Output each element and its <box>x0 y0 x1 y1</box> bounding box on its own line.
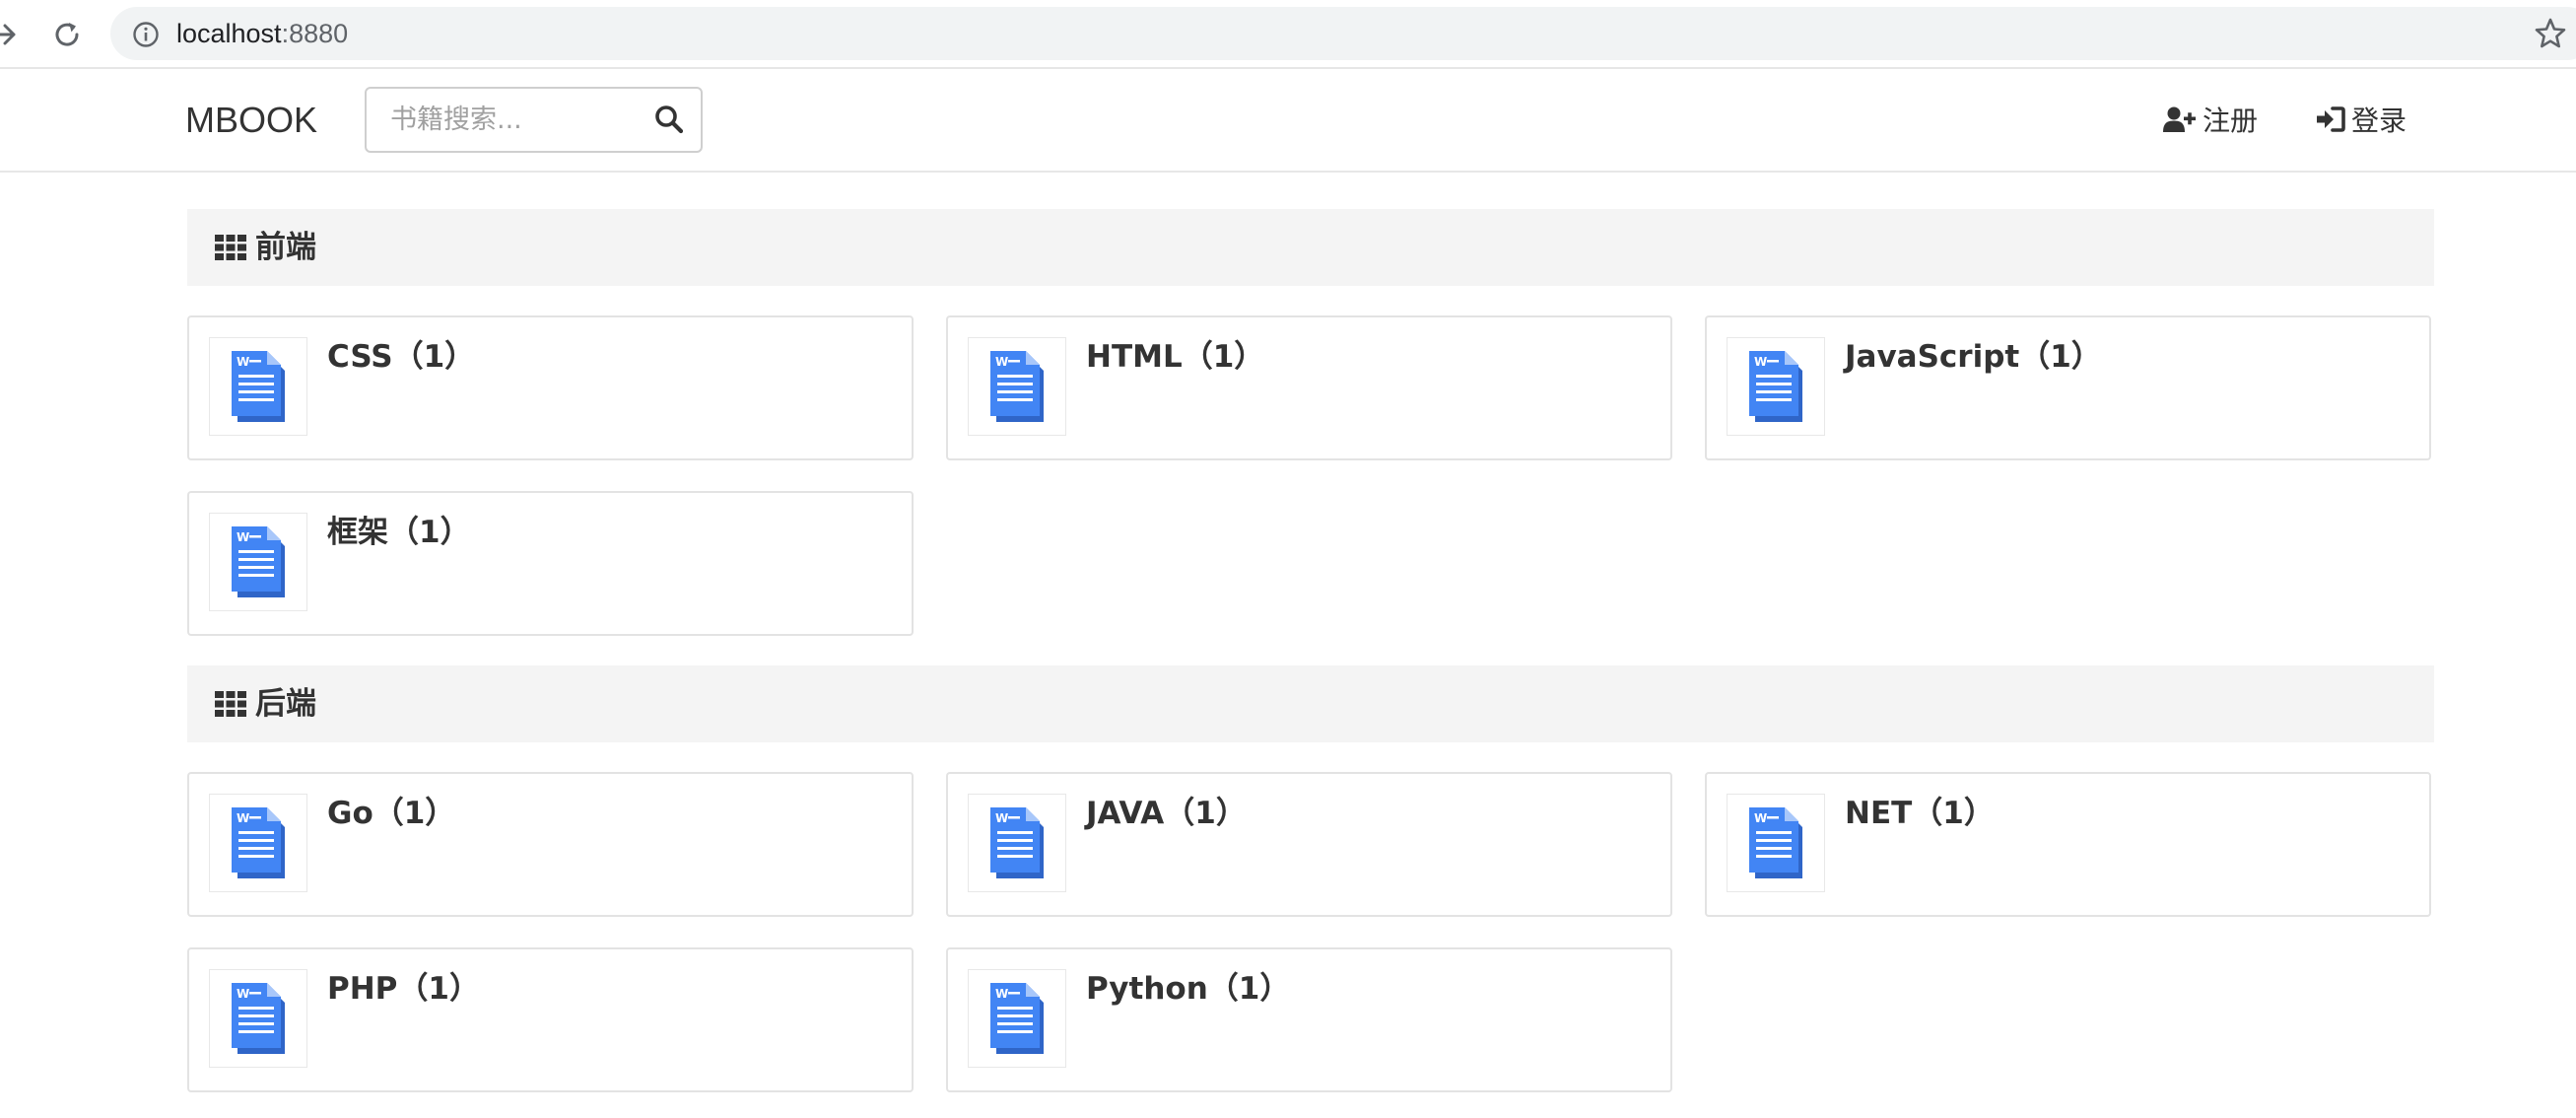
book-card[interactable]: W JAVA（1） <box>946 772 1672 917</box>
url-text[interactable]: localhost:8880 <box>176 16 348 51</box>
book-card[interactable]: W CSS（1） <box>187 315 914 460</box>
login-link[interactable]: 登录 <box>2316 97 2407 142</box>
document-icon: W <box>232 526 285 597</box>
svg-text:W: W <box>237 987 249 1001</box>
book-card[interactable]: W JavaScript（1） <box>1705 315 2431 460</box>
book-card[interactable]: W HTML（1） <box>946 315 1672 460</box>
book-title[interactable]: JavaScript（1） <box>1845 335 2102 379</box>
register-link[interactable]: 注册 <box>2163 97 2258 142</box>
book-title[interactable]: JAVA（1） <box>1086 792 1247 835</box>
user-plus-icon <box>2163 106 2196 132</box>
login-label: 登录 <box>2351 105 2407 137</box>
bookmark-star-icon[interactable] <box>2533 16 2568 51</box>
document-icon: W <box>990 351 1044 422</box>
category-title: 后端 <box>255 686 316 722</box>
document-icon: W <box>232 983 285 1054</box>
book-cover: W <box>209 969 307 1068</box>
svg-text:W: W <box>237 355 249 369</box>
book-cover: W <box>968 337 1066 436</box>
book-cover: W <box>968 794 1066 892</box>
book-card[interactable]: W PHP（1） <box>187 947 914 1092</box>
document-icon: W <box>990 807 1044 878</box>
grid-icon <box>215 691 246 717</box>
category-title: 前端 <box>255 230 316 265</box>
book-title[interactable]: CSS（1） <box>327 335 475 379</box>
book-cover: W <box>209 337 307 436</box>
book-cover: W <box>209 513 307 611</box>
document-icon: W <box>1749 351 1802 422</box>
book-title[interactable]: Python（1） <box>1086 967 1290 1011</box>
search-icon[interactable] <box>652 103 686 136</box>
search-box <box>365 87 703 153</box>
category-header-frontend: 前端 <box>187 209 2434 286</box>
site-info-icon[interactable] <box>131 20 161 49</box>
book-cover: W <box>1727 794 1825 892</box>
register-label: 注册 <box>2203 105 2259 137</box>
svg-text:W: W <box>1754 355 1767 369</box>
book-card[interactable]: W 框架（1） <box>187 491 914 636</box>
browser-toolbar: localhost:8880 <box>0 0 2576 69</box>
svg-text:W: W <box>1754 811 1767 825</box>
svg-text:W: W <box>237 811 249 825</box>
document-icon: W <box>990 983 1044 1054</box>
site-navbar: MBOOK 注册 登录 <box>0 69 2576 173</box>
book-cover: W <box>209 794 307 892</box>
document-icon: W <box>232 351 285 422</box>
svg-text:W: W <box>995 355 1008 369</box>
book-card[interactable]: W NET（1） <box>1705 772 2431 917</box>
document-icon: W <box>1749 807 1802 878</box>
brand-logo[interactable]: MBOOK <box>185 99 317 142</box>
book-title[interactable]: 框架（1） <box>327 511 471 554</box>
reload-icon[interactable] <box>49 17 85 52</box>
svg-text:W: W <box>995 811 1008 825</box>
book-cover: W <box>968 969 1066 1068</box>
forward-arrow-icon[interactable] <box>0 17 22 52</box>
url-port: :8880 <box>281 19 349 48</box>
book-title[interactable]: Go（1） <box>327 792 455 835</box>
book-card[interactable]: W Go（1） <box>187 772 914 917</box>
category-header-backend: 后端 <box>187 665 2434 742</box>
address-bar[interactable] <box>110 7 2576 60</box>
sign-in-icon <box>2317 106 2345 132</box>
book-cover: W <box>1727 337 1825 436</box>
book-title[interactable]: HTML（1） <box>1086 335 1264 379</box>
grid-icon <box>215 235 246 260</box>
svg-text:W: W <box>237 530 249 544</box>
book-card[interactable]: W Python（1） <box>946 947 1672 1092</box>
url-host: localhost <box>176 19 282 48</box>
search-input[interactable] <box>369 91 635 149</box>
book-title[interactable]: NET（1） <box>1845 792 1995 835</box>
svg-text:W: W <box>995 987 1008 1001</box>
book-title[interactable]: PHP（1） <box>327 967 480 1011</box>
document-icon: W <box>232 807 285 878</box>
